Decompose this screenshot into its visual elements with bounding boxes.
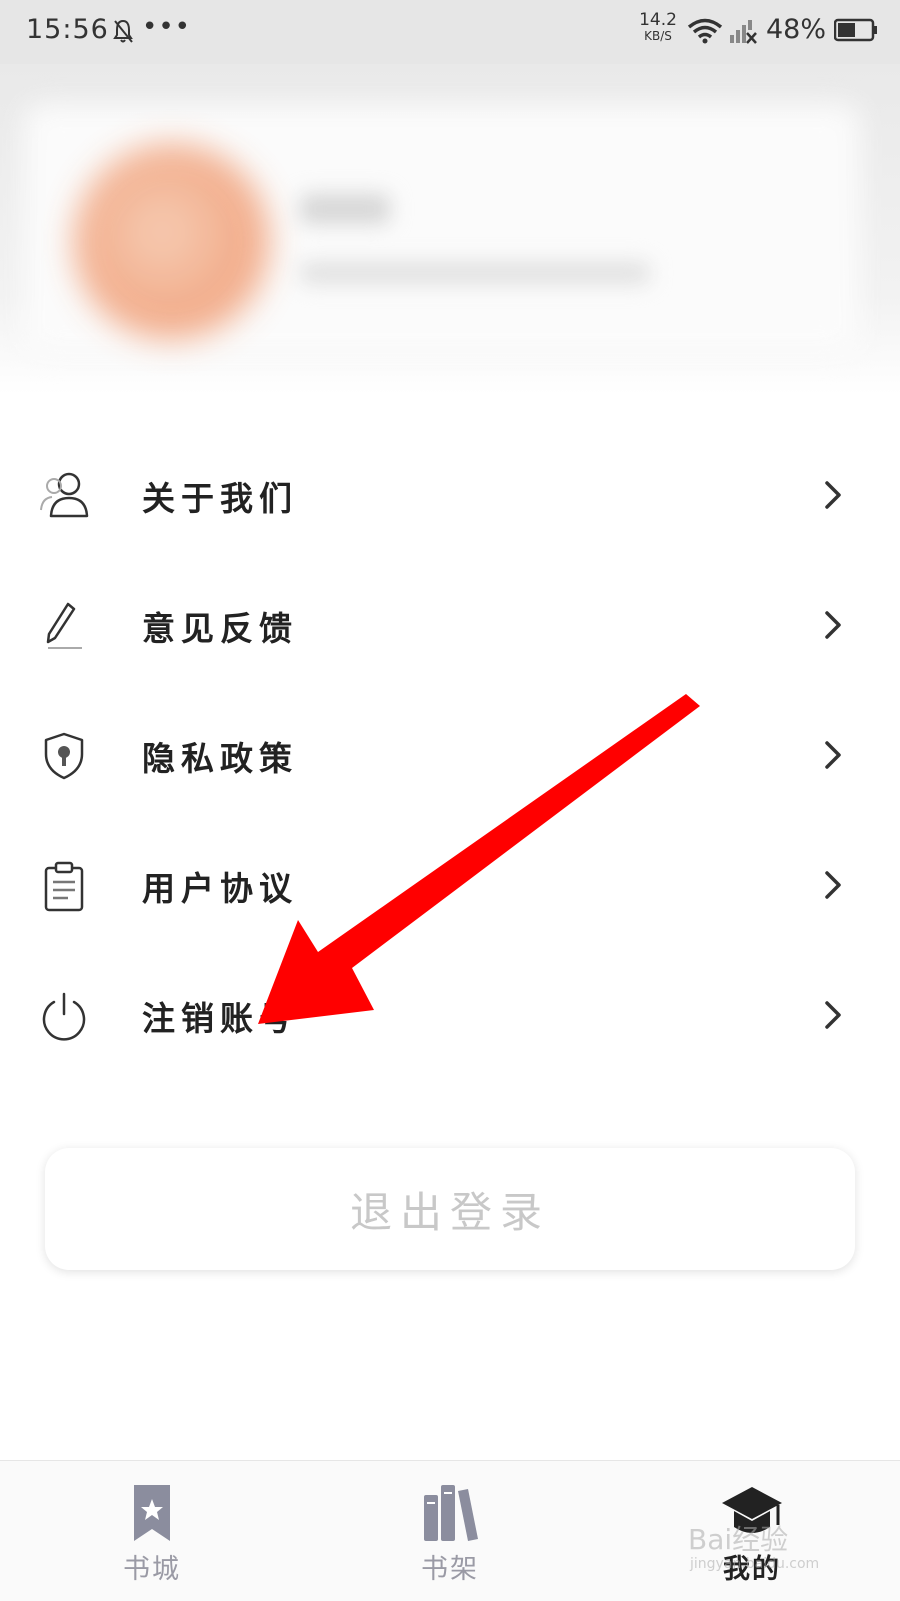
user-info-blurred [300, 262, 650, 284]
menu-item-label: 注销账号 [142, 999, 298, 1038]
menu-item-label: 用户协议 [142, 869, 298, 908]
chevron-right-icon [825, 871, 841, 899]
user-icon [40, 472, 89, 518]
menu-item-label: 意见反馈 [142, 609, 298, 648]
menu-item-feedback[interactable]: 意见反馈 [0, 570, 900, 700]
network-speed: 14.2 KB/S [636, 12, 680, 44]
nav-item-label: 书城 [123, 1554, 181, 1585]
network-speed-value: 14.2 [639, 10, 677, 30]
chevron-right-icon [825, 481, 841, 509]
menu-item-about-us[interactable]: 关于我们 [0, 440, 900, 570]
more-notifications-icon: ••• [142, 12, 192, 42]
clipboard-icon [44, 861, 84, 912]
battery-icon [834, 18, 877, 42]
books-icon [424, 1485, 478, 1541]
menu-item-privacy-policy[interactable]: 隐私政策 [0, 700, 900, 830]
menu-item-label: 关于我们 [142, 479, 298, 518]
battery-percent: 48% [766, 14, 827, 45]
menu-item-label: 隐私政策 [142, 739, 298, 778]
chevron-right-icon [825, 1001, 841, 1029]
watermark: Bai经验 [688, 1523, 789, 1556]
watermark-url: jingyan.baidu.com [690, 1556, 820, 1572]
bookmark-star-icon [134, 1485, 170, 1541]
status-bar: 15:56 ••• 14.2 KB/S 48% [0, 0, 900, 64]
settings-menu: 关于我们 意见反馈 隐私政策 用户协议 注销账号 [0, 440, 900, 1090]
nav-item-bookshelf[interactable]: 书架 [370, 1461, 530, 1601]
username-blurred [300, 194, 390, 224]
pencil-icon [46, 602, 82, 649]
signal-off-icon [730, 20, 757, 44]
status-time: 15:56 [26, 14, 109, 45]
shield-icon [44, 732, 84, 780]
profile-header[interactable] [0, 64, 900, 394]
chevron-right-icon [825, 611, 841, 639]
nav-item-label: 书架 [421, 1554, 479, 1585]
network-speed-unit: KB/S [644, 29, 672, 43]
menu-item-user-agreement[interactable]: 用户协议 [0, 830, 900, 960]
menu-item-delete-account[interactable]: 注销账号 [0, 960, 900, 1090]
logout-button[interactable]: 退出登录 [45, 1148, 855, 1270]
power-icon [42, 992, 86, 1041]
chevron-right-icon [825, 741, 841, 769]
nav-item-bookstore[interactable]: 书城 [72, 1461, 232, 1601]
avatar[interactable] [74, 144, 270, 340]
bell-muted-icon [113, 19, 133, 43]
wifi-icon [687, 18, 723, 44]
